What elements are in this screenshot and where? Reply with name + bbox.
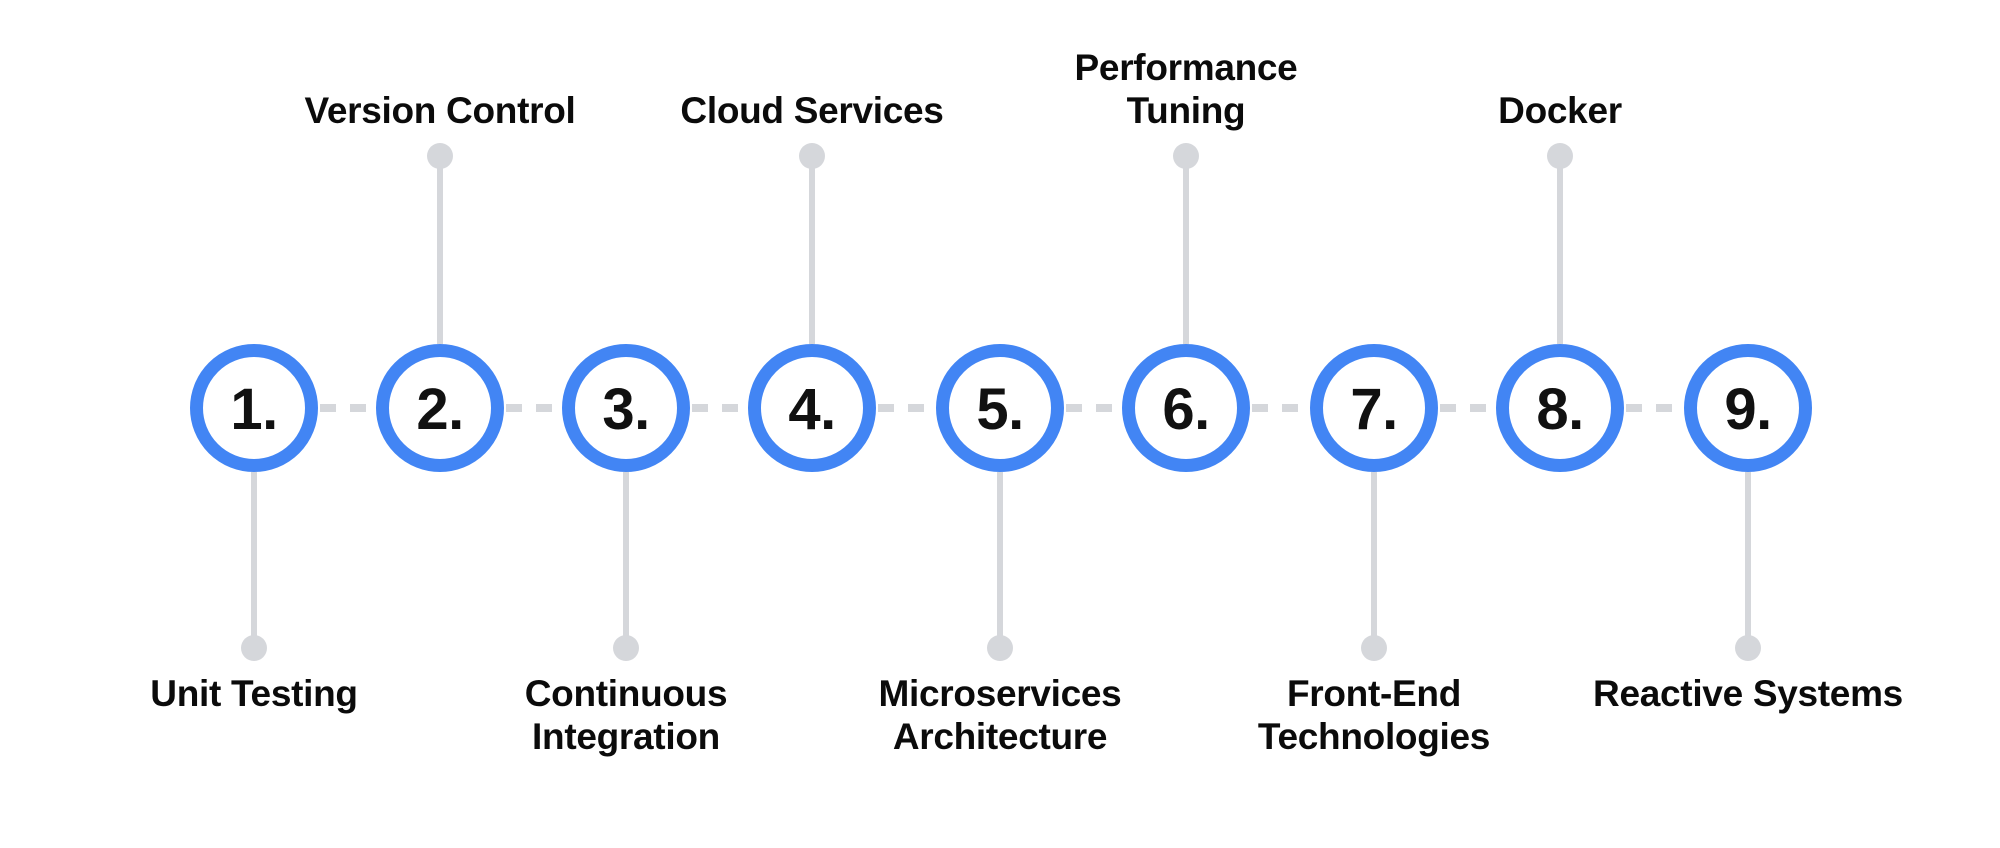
step-label: Unit Testing [150, 673, 358, 714]
step-label: Front-End Technologies [1257, 673, 1491, 758]
label-endpoint-dot [987, 635, 1013, 661]
step-number: 4. [788, 377, 836, 442]
label-endpoint-dot [427, 143, 453, 169]
step-number: 2. [416, 377, 464, 442]
step-number: 9. [1724, 377, 1772, 442]
label-endpoint-dot [1173, 143, 1199, 169]
step-label: Reactive Systems [1593, 673, 1903, 714]
step-label: Cloud Services [680, 90, 944, 131]
step-label: Microservices Architecture [878, 673, 1122, 758]
label-endpoint-dot [1361, 635, 1387, 661]
step-number: 7. [1350, 377, 1398, 442]
label-endpoint-dot [613, 635, 639, 661]
step-label: Performance Tuning [1074, 47, 1298, 132]
step-label: Continuous Integration [524, 673, 728, 758]
step-number: 1. [230, 377, 278, 442]
step-label: Docker [1498, 90, 1622, 131]
step-label: Version Control [304, 90, 576, 131]
timeline-diagram: 1. 2. 3. 4. 5. 6. 7. 8. 9. Unit Testing Version C… [0, 0, 2000, 848]
step-number: 5. [976, 377, 1024, 442]
step-number: 8. [1536, 377, 1584, 442]
label-endpoint-dot [1735, 635, 1761, 661]
step-number: 6. [1162, 377, 1210, 442]
label-endpoint-dot [1547, 143, 1573, 169]
step-number: 3. [602, 377, 650, 442]
label-endpoint-dot [241, 635, 267, 661]
label-endpoint-dot [799, 143, 825, 169]
